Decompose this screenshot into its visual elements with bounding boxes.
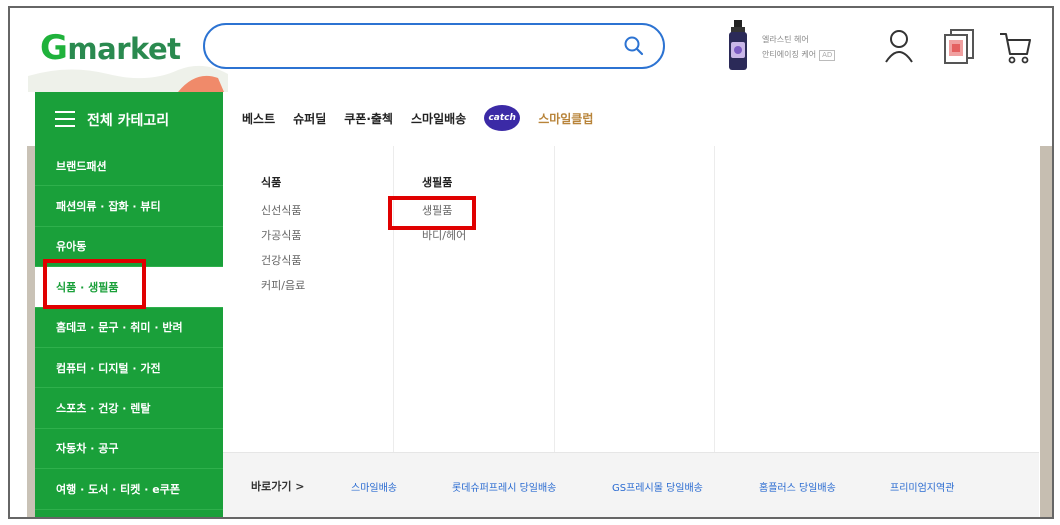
sidebar-item-kids[interactable]: 유아동 (35, 227, 223, 268)
shortcut-smile-delivery[interactable]: 스마일배송 (351, 479, 397, 494)
ad-text: 엘라스틴 헤어 안티에이징 케어 AD (762, 32, 836, 62)
header: Gmarket 엘라스틴 헤어 안티에이징 케어 AD (10, 8, 1052, 92)
screenshot-frame: Gmarket 엘라스틴 헤어 안티에이징 케어 AD 전체 카테고리 베스트 … (8, 6, 1054, 519)
shortcut-bar: 바로가기 > 스마일배송 롯데슈퍼프레시 당일배송 GS프레시몰 당일배송 홈플… (223, 452, 1039, 517)
category-dropdown: 식품 신선식품 가공식품 건강식품 커피/음료 생필품 생필품 바디/헤어 (223, 146, 1039, 452)
shampoo-bottle-image (729, 20, 747, 70)
top-nav: 베스트 슈퍼딜 쿠폰·출첵 스마일배송 catch 스마일클럽 (242, 104, 611, 132)
daily-goods-title[interactable]: 생필품 (422, 174, 466, 190)
sidebar-item-food-daily[interactable]: 식품 · 생필품 (35, 267, 223, 308)
sidebar-item-travel[interactable]: 여행 · 도서 · 티켓 · e쿠폰 (35, 469, 223, 510)
search-icon[interactable] (623, 35, 645, 57)
food-title[interactable]: 식품 (261, 174, 305, 190)
sidebar-item-sports[interactable]: 스포츠 · 건강 · 렌탈 (35, 388, 223, 429)
shortcut-label: 바로가기 > (251, 480, 305, 493)
shortcut-homeplus[interactable]: 홈플러스 당일배송 (759, 479, 836, 494)
hamburger-icon (55, 111, 75, 127)
gmarket-logo[interactable]: Gmarket (40, 28, 181, 68)
link-fresh-food[interactable]: 신선식품 (261, 202, 305, 218)
ad-line2: 안티에이징 케어 (762, 50, 817, 59)
nav-coupon[interactable]: 쿠폰·출첵 (344, 110, 393, 127)
nav-smile-club[interactable]: 스마일클럽 (538, 110, 593, 127)
sidebar-item-auto[interactable]: 자동차 · 공구 (35, 429, 223, 470)
ad-banner[interactable]: 엘라스틴 헤어 안티에이징 케어 AD (722, 18, 862, 76)
cart-icon[interactable] (997, 26, 1033, 66)
banner-edge-right (1040, 146, 1052, 517)
search-input[interactable] (203, 23, 665, 69)
daily-goods-column: 생필품 생필품 바디/헤어 (422, 174, 466, 252)
sidebar-item-home-hobby[interactable]: 홈데코 · 문구 · 취미 · 반려 (35, 308, 223, 348)
column-divider (714, 146, 715, 452)
link-processed-food[interactable]: 가공식품 (261, 227, 305, 243)
all-categories-button[interactable]: 전체 카테고리 (35, 92, 223, 146)
ad-tag: AD (819, 50, 836, 61)
link-body-hair[interactable]: 바디/헤어 (422, 227, 466, 243)
shortcut-premium-region[interactable]: 프리미엄지역관 (890, 479, 954, 494)
logo-g: G (40, 28, 68, 68)
nav-smile-delivery[interactable]: 스마일배송 (411, 110, 466, 127)
catch-logo[interactable]: catch (484, 105, 521, 131)
recent-items-icon[interactable] (941, 26, 977, 66)
column-divider (393, 146, 394, 452)
user-icon[interactable] (881, 26, 917, 66)
food-column: 식품 신선식품 가공식품 건강식품 커피/음료 (261, 174, 305, 302)
sidebar-item-fashion-beauty[interactable]: 패션의류 · 잡화 · 뷰티 (35, 186, 223, 227)
link-coffee-drinks[interactable]: 커피/음료 (261, 277, 305, 293)
logo-text: market (67, 32, 181, 66)
nav-best[interactable]: 베스트 (242, 110, 275, 127)
all-categories-label: 전체 카테고리 (87, 113, 170, 129)
sidebar-item-digital[interactable]: 컴퓨터 · 디지털 · 가전 (35, 348, 223, 389)
shortcut-lotte-super[interactable]: 롯데슈퍼프레시 당일배송 (452, 479, 556, 494)
column-divider (554, 146, 555, 452)
category-sidebar: 브랜드패션 패션의류 · 잡화 · 뷰티 유아동 식품 · 생필품 홈데코 · … (35, 146, 223, 517)
sidebar-item-brand-fashion[interactable]: 브랜드패션 (35, 146, 223, 187)
link-health-food[interactable]: 건강식품 (261, 252, 305, 268)
link-daily-goods[interactable]: 생필품 (422, 202, 466, 218)
nav-superdeal[interactable]: 슈퍼딜 (293, 110, 326, 127)
shortcut-gs-fresh[interactable]: GS프레시몰 당일배송 (612, 479, 703, 494)
ad-line1: 엘라스틴 헤어 (762, 35, 809, 44)
